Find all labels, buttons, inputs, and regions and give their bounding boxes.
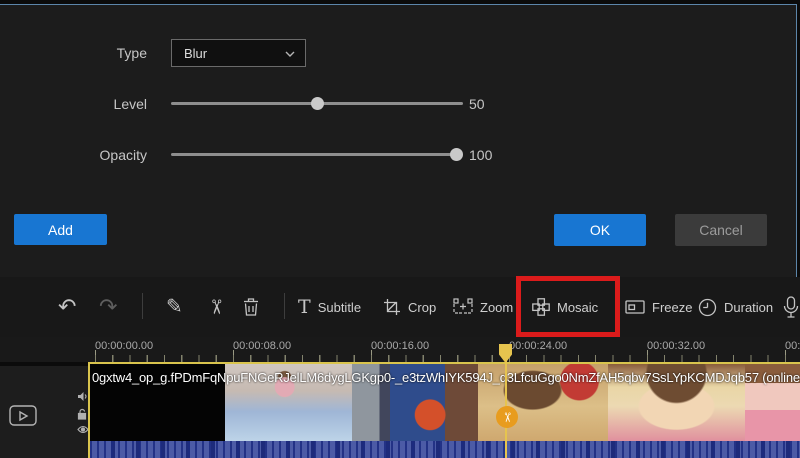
ruler-minor-ticks	[95, 355, 800, 362]
type-dropdown[interactable]: Blur	[171, 39, 306, 67]
type-label: Type	[116, 45, 147, 61]
subtitle-button[interactable]: T Subtitle	[298, 277, 361, 337]
opacity-label: Opacity	[99, 147, 147, 163]
level-slider-thumb[interactable]	[311, 97, 324, 110]
clip-filename: 0gxtw4_op_g.fPDmFqNpuFNGeRJelLM6dygLGKgp…	[92, 370, 800, 385]
app-window: Type Blur Level 50 Opacity 100 Add OK Ca…	[0, 0, 800, 458]
voiceover-button[interactable]	[782, 277, 800, 337]
redo-button[interactable]: ↷	[99, 277, 117, 337]
duration-button[interactable]: Duration	[698, 277, 773, 337]
clock-icon	[698, 298, 717, 316]
ok-button[interactable]: OK	[554, 214, 646, 246]
level-value: 50	[469, 96, 485, 112]
edit-button[interactable]: ✎	[166, 277, 183, 337]
video-track-icon	[9, 405, 37, 426]
add-button[interactable]: Add	[14, 214, 107, 245]
mosaic-highlight-box	[516, 276, 620, 337]
duration-label: Duration	[724, 299, 774, 315]
video-track-header: Video	[0, 366, 89, 458]
subtitle-icon: T	[298, 295, 311, 318]
trash-icon	[244, 298, 258, 316]
mosaic-settings-dialog: Type Blur Level 50 Opacity 100 Add OK Ca…	[0, 4, 797, 278]
track-lock-icon[interactable]	[77, 408, 87, 420]
track-volume-icon[interactable]	[77, 391, 88, 402]
zoom-icon	[453, 298, 473, 314]
freeze-label: Freeze	[652, 299, 693, 315]
freeze-button[interactable]: Freeze	[625, 277, 692, 337]
freeze-icon	[625, 300, 645, 314]
delete-button[interactable]	[242, 277, 260, 337]
split-button[interactable]: ✂	[204, 277, 226, 337]
crop-label: Crop	[408, 299, 437, 315]
cancel-button[interactable]: Cancel	[675, 214, 767, 246]
level-slider[interactable]	[171, 97, 463, 110]
opacity-slider-thumb[interactable]	[450, 148, 463, 161]
undo-button[interactable]: ↶	[58, 277, 76, 337]
crop-button[interactable]: Crop	[383, 277, 436, 337]
chevron-down-icon	[285, 51, 295, 57]
zoom-label: Zoom	[480, 299, 514, 315]
waveform-marks	[90, 441, 800, 458]
crop-icon	[384, 299, 400, 315]
zoom-button[interactable]: Zoom	[453, 277, 513, 337]
subtitle-label: Subtitle	[317, 299, 362, 315]
split-marker-badge[interactable]: ✂	[496, 406, 518, 428]
opacity-value: 100	[469, 147, 493, 163]
clip-selection-border	[88, 362, 800, 364]
microphone-icon	[783, 296, 799, 318]
opacity-slider[interactable]	[171, 148, 463, 161]
scissors-icon: ✂	[499, 411, 515, 423]
audio-waveform	[90, 441, 800, 458]
toolbar-separator	[142, 293, 143, 319]
level-label: Level	[113, 96, 147, 112]
type-dropdown-value: Blur	[184, 46, 208, 61]
toolbar-separator	[284, 293, 285, 319]
